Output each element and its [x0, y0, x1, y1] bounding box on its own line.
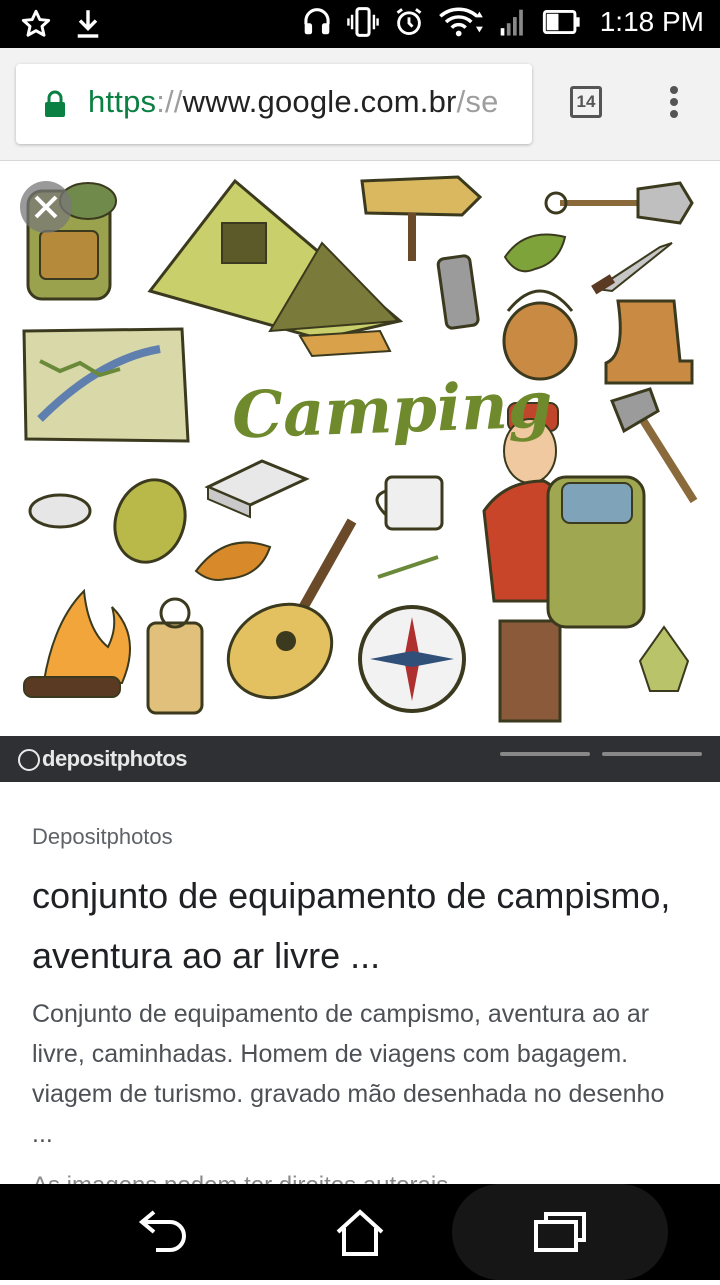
pawprint-illustration [28, 493, 92, 529]
star-icon [20, 8, 52, 40]
status-bar: 1:18 PM [0, 0, 720, 48]
recent-apps-button[interactable] [452, 1184, 668, 1280]
result-snippet: Conjunto de equipamento de campismo, ave… [32, 1000, 665, 1148]
back-icon [138, 1210, 186, 1252]
browser-toolbar: https://www.google.com.br/se 14 [0, 48, 720, 161]
compass-illustration [358, 605, 466, 713]
leaf-illustration [503, 233, 567, 273]
autumn-leaf-illustration [194, 541, 272, 581]
tab-switcher-button[interactable]: 14 [570, 86, 602, 118]
url-text: https://www.google.com.br/se [88, 84, 499, 120]
watermark-bar: depositphotos [0, 736, 720, 782]
home-button[interactable] [320, 1184, 400, 1280]
url-host: www.google.com.br [182, 84, 457, 119]
url-path: /se [456, 84, 499, 119]
matchbox-illustration [204, 459, 310, 519]
tent-illustration [147, 178, 404, 358]
map-illustration [22, 327, 190, 443]
lock-icon [44, 90, 66, 123]
vibrate-icon [346, 6, 380, 38]
close-button[interactable] [20, 181, 72, 233]
pot-illustration [502, 289, 578, 381]
watermark-fine-print [500, 752, 702, 756]
image-preview[interactable]: Camping depositphotos [0, 161, 720, 782]
mug-illustration [375, 475, 444, 531]
battery-icon [542, 6, 582, 38]
clock: 1:18 PM [599, 6, 704, 37]
recent-apps-icon [534, 1212, 586, 1252]
home-icon [336, 1209, 384, 1256]
close-icon [34, 195, 58, 219]
copyright-notice: As imagens podem ter direitos autorais. [32, 1174, 692, 1184]
maple-leaf-illustration [638, 625, 690, 692]
alarm-icon [394, 6, 424, 38]
boot-illustration [604, 299, 694, 385]
url-scheme: https [88, 84, 157, 119]
shovel-illustration [544, 181, 694, 225]
back-button[interactable] [120, 1184, 200, 1280]
branch-illustration [377, 555, 439, 579]
knife-illustration [591, 242, 673, 295]
overflow-menu-icon[interactable] [660, 86, 688, 122]
signpost-illustration [360, 175, 483, 261]
url-separator: :// [156, 84, 183, 119]
lantern-illustration [146, 597, 204, 715]
flashlight-illustration [436, 254, 480, 330]
result-title[interactable]: conjunto de equipamento de campismo, ave… [32, 866, 692, 986]
image-heading: Camping [230, 367, 554, 454]
campfire-illustration [23, 588, 131, 698]
signal-icon [498, 6, 528, 38]
navigation-bar [0, 1184, 720, 1280]
hiker-illustration [482, 402, 646, 723]
address-bar[interactable]: https://www.google.com.br/se [16, 64, 532, 144]
download-icon [74, 8, 102, 40]
wifi-icon [438, 6, 484, 38]
result-source[interactable]: Depositphotos [32, 824, 173, 850]
headset-icon [302, 6, 332, 38]
watermark-logo: depositphotos [18, 746, 188, 772]
canteen-illustration [113, 478, 187, 564]
